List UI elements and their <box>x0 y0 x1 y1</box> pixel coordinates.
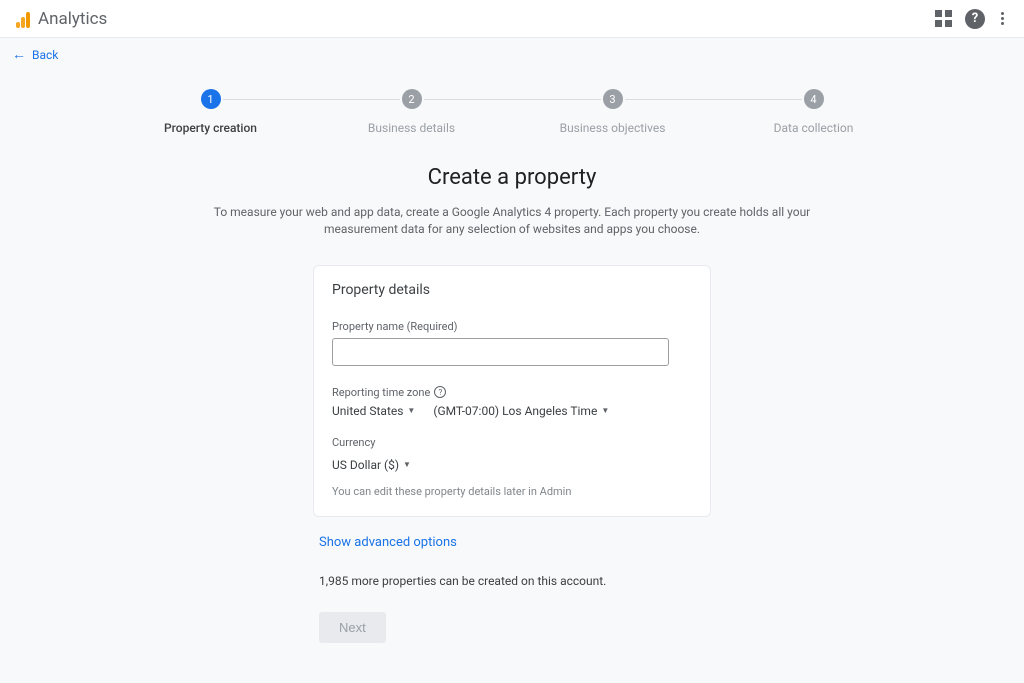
property-name-field: Property name (Required) <box>332 320 692 366</box>
header-left: Analytics <box>16 9 107 29</box>
card-title: Property details <box>332 282 692 298</box>
step-number: 4 <box>804 89 824 109</box>
timezone-value-select[interactable]: (GMT-07:00) Los Angeles Time ▼ <box>433 404 609 418</box>
property-details-card: Property details Property name (Required… <box>313 265 711 517</box>
timezone-field: Reporting time zone ? United States ▼ (G… <box>332 386 692 418</box>
help-circle-icon[interactable]: ? <box>434 386 446 398</box>
step-number: 3 <box>603 89 623 109</box>
chevron-down-icon: ▼ <box>601 406 609 415</box>
stepper: 1 Property creation 2 Business details 3… <box>0 71 1024 135</box>
apps-icon[interactable] <box>935 10 953 28</box>
currency-label: Currency <box>332 436 692 449</box>
step-label: Business objectives <box>512 121 713 135</box>
app-header: Analytics ? <box>0 0 1024 38</box>
property-name-label: Property name (Required) <box>332 320 692 333</box>
app-title: Analytics <box>38 9 107 29</box>
step-label: Business details <box>311 121 512 135</box>
next-button[interactable]: Next <box>319 612 386 643</box>
timezone-country-select[interactable]: United States ▼ <box>332 404 415 418</box>
step-number: 2 <box>402 89 422 109</box>
page-title: Create a property <box>0 165 1024 190</box>
arrow-left-icon: ← <box>12 46 26 63</box>
help-icon[interactable]: ? <box>965 9 985 29</box>
step-label: Data collection <box>713 121 914 135</box>
chevron-down-icon: ▼ <box>407 406 415 415</box>
property-name-input[interactable] <box>332 338 669 366</box>
step-data-collection[interactable]: 4 Data collection <box>713 89 914 135</box>
step-business-details[interactable]: 2 Business details <box>311 89 512 135</box>
chevron-down-icon: ▼ <box>403 460 411 469</box>
header-right: ? <box>935 8 1008 29</box>
currency-select[interactable]: US Dollar ($) ▼ <box>332 458 411 472</box>
edit-later-note: You can edit these property details late… <box>332 485 692 498</box>
back-label: Back <box>32 48 58 62</box>
page-subtitle: To measure your web and app data, create… <box>207 204 817 239</box>
main-content: ← Back 1 Property creation 2 Business de… <box>0 38 1024 683</box>
currency-field: Currency US Dollar ($) ▼ <box>332 436 692 473</box>
timezone-label: Reporting time zone ? <box>332 386 692 399</box>
back-link[interactable]: ← Back <box>0 38 1024 71</box>
more-vert-icon[interactable] <box>997 8 1008 29</box>
step-business-objectives[interactable]: 3 Business objectives <box>512 89 713 135</box>
step-number: 1 <box>201 89 221 109</box>
step-label: Property creation <box>110 121 311 135</box>
show-advanced-link[interactable]: Show advanced options <box>319 535 457 550</box>
properties-remaining-note: 1,985 more properties can be created on … <box>319 574 711 588</box>
step-property-creation[interactable]: 1 Property creation <box>110 89 311 135</box>
analytics-logo-icon <box>16 10 30 28</box>
